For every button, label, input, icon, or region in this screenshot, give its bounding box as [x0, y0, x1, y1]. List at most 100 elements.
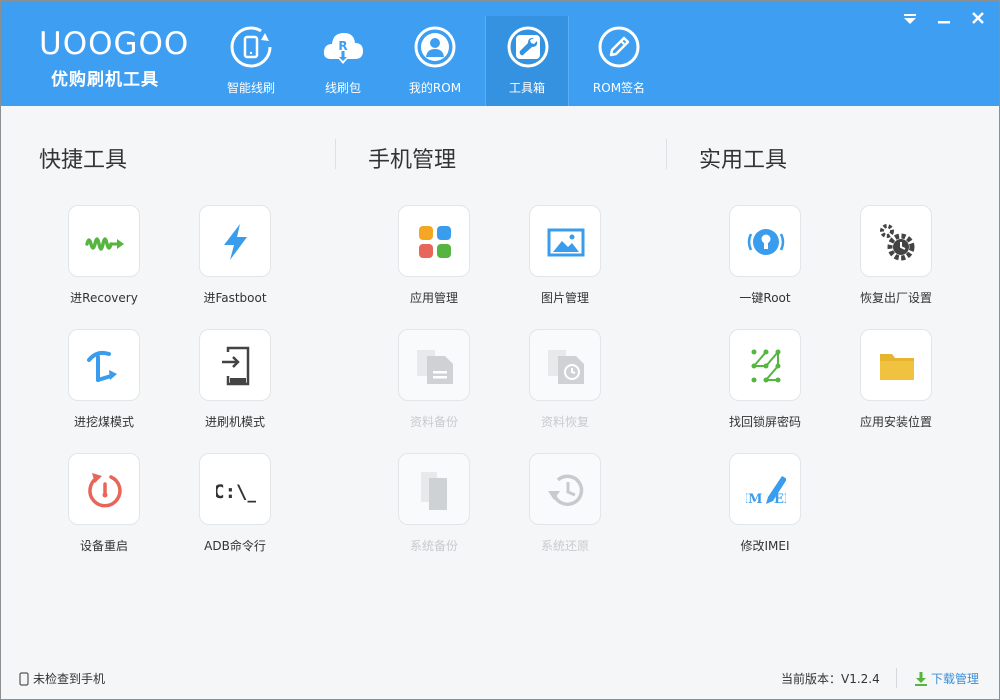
tool-enter-fastboot[interactable]: 进Fastboot	[180, 205, 290, 325]
section-title-quick-tools: 快捷工具	[39, 148, 128, 173]
tool-enter-mining-mode[interactable]: 进挖煤模式	[49, 329, 159, 449]
menu-dropdown-icon[interactable]	[900, 10, 920, 28]
tool-adb-command[interactable]: C:\_ ADB命令行	[180, 453, 290, 573]
tool-tile	[860, 205, 932, 277]
phone-status-text: 未检查到手机	[33, 672, 106, 686]
tool-label: 找回锁屏密码	[728, 415, 801, 429]
wrench-icon	[507, 26, 549, 68]
tool-label: 进挖煤模式	[73, 415, 134, 429]
download-manager-label: 下载管理	[931, 672, 980, 686]
top-navigation-bar: UOOGOO 优购刷机工具 智能线刷 R 线刷包 我的ROM 工具箱 ROM签名	[1, 1, 999, 106]
tool-tile: IM EI	[729, 453, 801, 525]
tool-one-click-root[interactable]: 一键Root	[710, 205, 820, 325]
terminal-icon: C:\_	[216, 481, 256, 503]
tool-tile	[68, 453, 140, 525]
section-title-phone-manage: 手机管理	[368, 148, 457, 173]
history-icon	[548, 474, 584, 507]
status-bar: 未检查到手机 当前版本：V1.2.4 下载管理	[1, 666, 999, 699]
root-lock-icon	[747, 229, 785, 255]
nav-smart-flash[interactable]: 智能线刷	[209, 1, 293, 106]
tool-label: 资料备份	[409, 415, 458, 429]
pattern-lock-icon	[751, 349, 781, 383]
user-icon	[414, 26, 456, 68]
tool-tile: C:\_	[199, 453, 271, 525]
tool-tile	[529, 453, 601, 525]
tool-tile	[729, 205, 801, 277]
phone-refresh-icon	[230, 26, 272, 68]
recovery-wave-icon	[85, 237, 124, 251]
tool-label: 应用安装位置	[859, 415, 932, 429]
tool-factory-reset[interactable]: 恢复出厂设置	[841, 205, 951, 325]
section-divider	[335, 139, 336, 169]
tool-tile	[398, 205, 470, 277]
section-title-utilities: 实用工具	[699, 148, 788, 173]
gears-clock-icon	[880, 224, 915, 261]
tool-label: 恢复出厂设置	[859, 291, 932, 305]
tool-recover-lock-password[interactable]: 找回锁屏密码	[710, 329, 820, 449]
tool-tile	[199, 205, 271, 277]
phone-icon	[19, 671, 29, 686]
tool-label: ADB命令行	[204, 539, 266, 553]
nav-label: 我的ROM	[408, 81, 462, 95]
phone-enter-icon	[222, 346, 250, 386]
tool-system-backup[interactable]: 系统备份	[379, 453, 489, 573]
nav-flash-package[interactable]: R 线刷包	[301, 1, 385, 106]
tool-tile	[729, 329, 801, 401]
nav-label: 线刷包	[324, 81, 361, 95]
tool-enter-recovery[interactable]: 进Recovery	[49, 205, 159, 325]
apps-grid-icon	[419, 226, 451, 258]
tool-label: 图片管理	[540, 291, 589, 305]
nav-label: 工具箱	[508, 81, 545, 95]
tool-picture-manage[interactable]: 图片管理	[510, 205, 620, 325]
close-icon[interactable]	[968, 10, 988, 28]
tool-app-manage[interactable]: 应用管理	[379, 205, 489, 325]
tool-label: 一键Root	[739, 291, 791, 305]
svg-text:R: R	[338, 39, 347, 53]
app-logo-subtitle: 优购刷机工具	[51, 70, 159, 90]
tool-tile	[529, 205, 601, 277]
cloud-download-icon: R	[323, 33, 363, 64]
tool-tile	[68, 329, 140, 401]
tool-label: 系统还原	[540, 539, 589, 553]
tool-data-backup[interactable]: 资料备份	[379, 329, 489, 449]
tool-label: 进Fastboot	[203, 291, 267, 305]
nav-label: ROM签名	[592, 81, 646, 95]
tool-tile	[398, 453, 470, 525]
document-restore-icon	[548, 350, 584, 384]
nav-toolbox[interactable]: 工具箱	[485, 16, 569, 106]
tool-tile	[68, 205, 140, 277]
status-divider	[896, 668, 897, 688]
picture-icon	[547, 228, 585, 257]
tool-modify-imei[interactable]: IM EI 修改IMEI	[710, 453, 820, 573]
tool-label: 修改IMEI	[740, 539, 790, 553]
tool-device-restart[interactable]: 设备重启	[49, 453, 159, 573]
tool-data-restore[interactable]: 资料恢复	[510, 329, 620, 449]
tool-tile	[529, 329, 601, 401]
pickaxe-icon	[87, 350, 117, 382]
tool-tile	[199, 329, 271, 401]
tool-label: 设备重启	[79, 539, 128, 553]
phone-status: 未检查到手机	[19, 670, 105, 687]
tool-label: 系统备份	[409, 539, 458, 553]
terminal-glyph: C:\_	[216, 481, 256, 503]
tool-app-install-location[interactable]: 应用安装位置	[841, 329, 951, 449]
imei-edit-icon: IM EI	[746, 476, 786, 507]
document-backup-icon	[417, 350, 453, 384]
nav-label: 智能线刷	[226, 81, 275, 95]
folder-icon	[880, 354, 914, 380]
imei-glyph-left: IM	[746, 492, 762, 507]
section-divider	[666, 139, 667, 169]
tool-label: 进刷机模式	[204, 415, 265, 429]
tool-label: 进Recovery	[70, 291, 138, 305]
download-manager-button[interactable]: 下载管理	[915, 670, 979, 687]
tool-enter-flash-mode[interactable]: 进刷机模式	[180, 329, 290, 449]
minimize-icon[interactable]	[934, 10, 954, 28]
version-label: 当前版本：V1.2.4	[781, 672, 880, 686]
tool-system-restore[interactable]: 系统还原	[510, 453, 620, 573]
tool-tile	[860, 329, 932, 401]
tool-label: 应用管理	[409, 291, 458, 305]
lightning-icon	[224, 224, 247, 260]
app-window: UOOGOO 优购刷机工具 智能线刷 R 线刷包 我的ROM 工具箱 ROM签名…	[0, 0, 1000, 700]
nav-my-rom[interactable]: 我的ROM	[393, 1, 477, 106]
nav-rom-sign[interactable]: ROM签名	[577, 1, 661, 106]
